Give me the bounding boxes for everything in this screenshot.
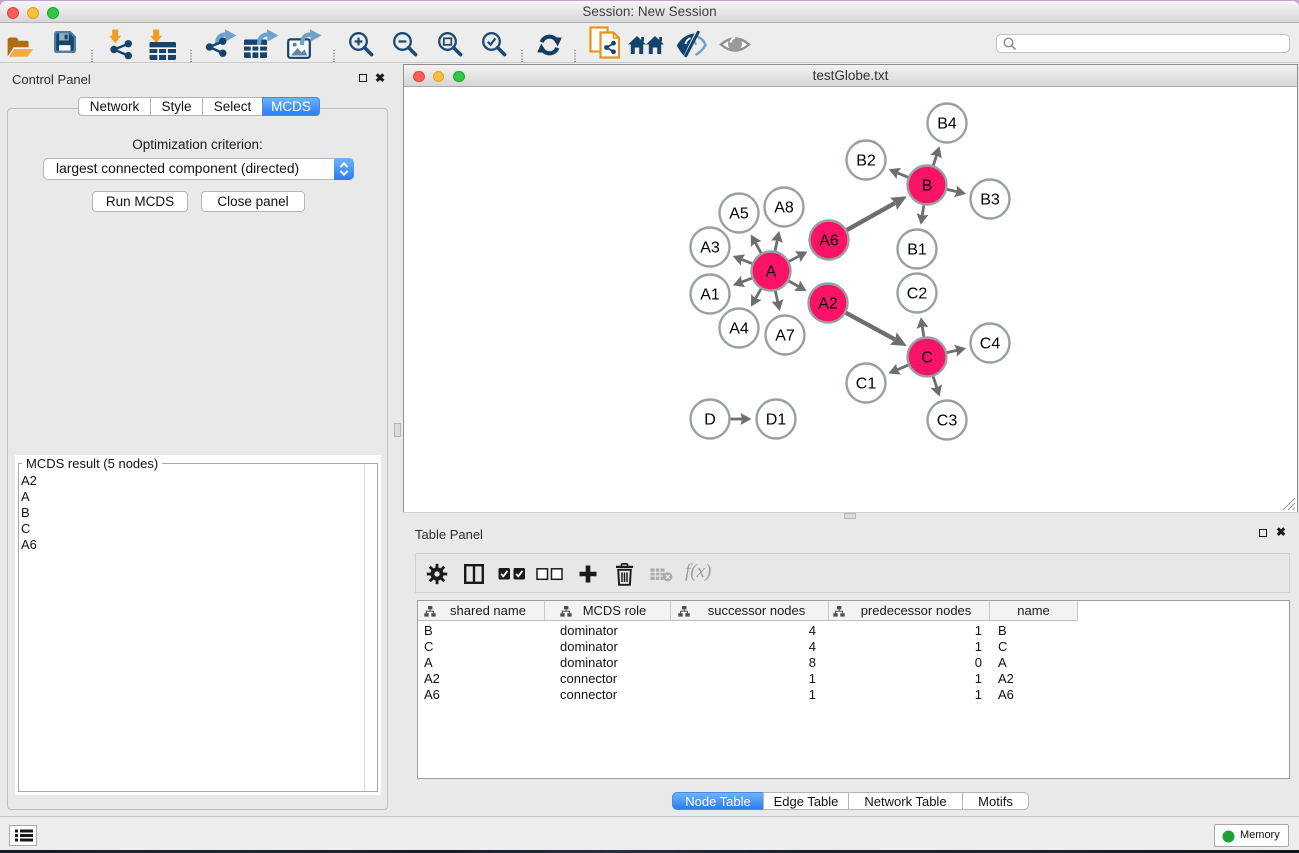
svg-text:B: B (922, 178, 933, 195)
svg-text:C4: C4 (980, 336, 1001, 353)
svg-text:A4: A4 (729, 321, 749, 338)
svg-text:C1: C1 (856, 376, 877, 393)
svg-text:A1: A1 (700, 287, 720, 304)
svg-text:A5: A5 (729, 206, 749, 223)
svg-text:D: D (704, 412, 716, 429)
svg-text:A3: A3 (700, 240, 720, 257)
svg-text:A6: A6 (819, 233, 839, 250)
svg-text:A8: A8 (774, 200, 794, 217)
svg-text:B3: B3 (980, 192, 1000, 209)
svg-text:B2: B2 (856, 153, 876, 170)
svg-text:C3: C3 (937, 413, 958, 430)
svg-text:A7: A7 (775, 328, 795, 345)
svg-text:B4: B4 (937, 116, 957, 133)
svg-text:A: A (766, 264, 777, 281)
svg-text:A2: A2 (818, 296, 838, 313)
svg-text:C2: C2 (907, 286, 928, 303)
svg-text:D1: D1 (766, 412, 787, 429)
svg-text:C: C (921, 350, 933, 367)
svg-text:B1: B1 (907, 242, 927, 259)
